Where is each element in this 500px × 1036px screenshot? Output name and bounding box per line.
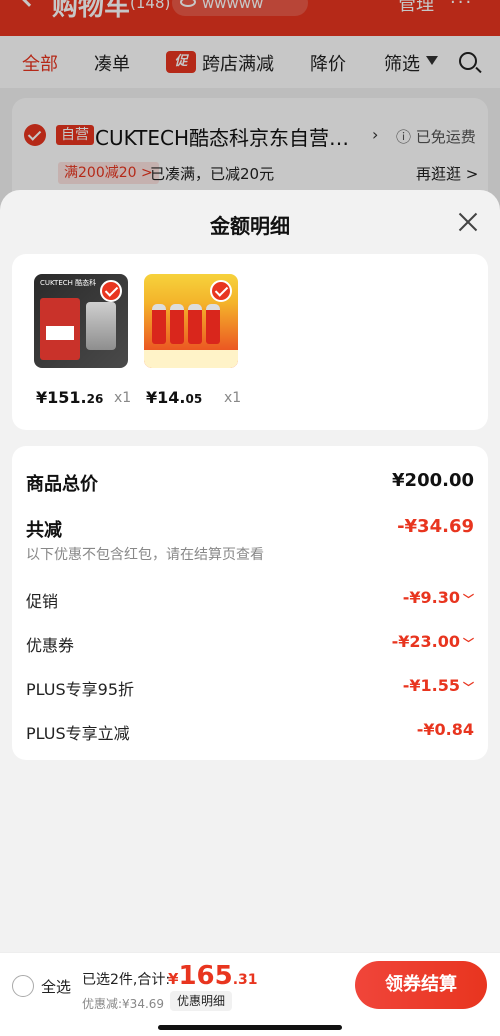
discount-value: -¥34.69: [397, 516, 474, 537]
price-integer: ¥151.: [36, 388, 87, 407]
total-price: ¥165.31: [168, 961, 258, 991]
product-item[interactable]: CUKTECH 酷态科 ¥151.26 x1: [34, 274, 134, 414]
check-icon: [100, 280, 122, 302]
promotion-amount: -¥9.30: [402, 588, 460, 607]
chevron-down-icon: ﹀: [463, 637, 474, 650]
charger-graphic: [86, 302, 116, 350]
promotion-label: 促销: [26, 592, 59, 611]
products-card: CUKTECH 酷态科 ¥151.26 x1 ¥14.05 x1: [12, 254, 488, 430]
product-thumbnail: [144, 274, 238, 368]
discount-summary: 优惠减:¥34.69: [82, 997, 165, 1011]
total-label: 商品总价: [26, 474, 98, 495]
home-indicator: [158, 1025, 342, 1030]
chevron-down-icon: ﹀: [463, 593, 474, 606]
product-quantity: x1: [224, 390, 242, 406]
price-decimal: 05: [185, 392, 203, 406]
bottle-graphic: [152, 304, 166, 344]
bottle-graphic: [170, 304, 184, 344]
close-icon[interactable]: [456, 210, 480, 234]
product-item[interactable]: ¥14.05 x1: [144, 274, 244, 414]
chevron-down-icon: ﹀: [463, 681, 474, 694]
discount-detail-button[interactable]: 优惠明细: [170, 991, 233, 1011]
plus-reduction-label: PLUS专享立减: [26, 724, 130, 743]
selection-summary: 已选2件,合计:: [82, 972, 171, 988]
checkout-button[interactable]: 领券结算: [355, 961, 487, 1009]
price-breakdown-card: 商品总价 ¥200.00 共减 -¥34.69 以下优惠不包含红包，请在结算页查…: [12, 446, 488, 760]
sheet-title: 金额明细: [210, 214, 290, 238]
product-box-graphic: [40, 298, 80, 360]
bottle-graphic: [206, 304, 220, 344]
select-all-label[interactable]: 全选: [41, 976, 71, 997]
price-integer: ¥14.: [146, 388, 186, 407]
price-decimal: 26: [86, 392, 104, 406]
product-quantity: x1: [114, 390, 132, 406]
discount-note: 以下优惠不包含红包，请在结算页查看: [26, 547, 264, 563]
plus-discount-label: PLUS专享95折: [26, 680, 134, 699]
banner-graphic: [144, 350, 238, 368]
coupon-value: -¥23.00 ﹀: [392, 632, 474, 651]
select-all-radio[interactable]: [12, 975, 34, 997]
plus-reduction-value: -¥0.84: [416, 720, 474, 739]
promotion-value: -¥9.30 ﹀: [403, 588, 474, 607]
product-thumbnail: CUKTECH 酷态科: [34, 274, 128, 368]
discount-label: 共减: [26, 520, 62, 541]
bottle-graphic: [188, 304, 202, 344]
product-price: ¥151.26: [36, 388, 103, 407]
total-decimal: .31: [232, 972, 258, 988]
coupon-label: 优惠券: [26, 636, 75, 655]
check-icon: [210, 280, 232, 302]
product-price: ¥14.05: [146, 388, 202, 407]
total-integer: 165: [178, 961, 233, 991]
plus-discount-amount: -¥1.55: [402, 676, 460, 695]
amount-detail-sheet: 金额明细 CUKTECH 酷态科 ¥151.26 x1 ¥14.05 x1 商品…: [0, 190, 500, 1036]
brand-label: CUKTECH 酷态科: [40, 279, 97, 287]
plus-discount-value: -¥1.55 ﹀: [403, 676, 474, 695]
total-value: ¥200.00: [392, 470, 474, 491]
currency-symbol: ¥: [168, 970, 179, 988]
coupon-amount: -¥23.00: [391, 632, 460, 651]
checkout-bar: 全选 已选2件,合计: ¥165.31 优惠减:¥34.69 优惠明细 领券结算: [0, 952, 500, 1036]
